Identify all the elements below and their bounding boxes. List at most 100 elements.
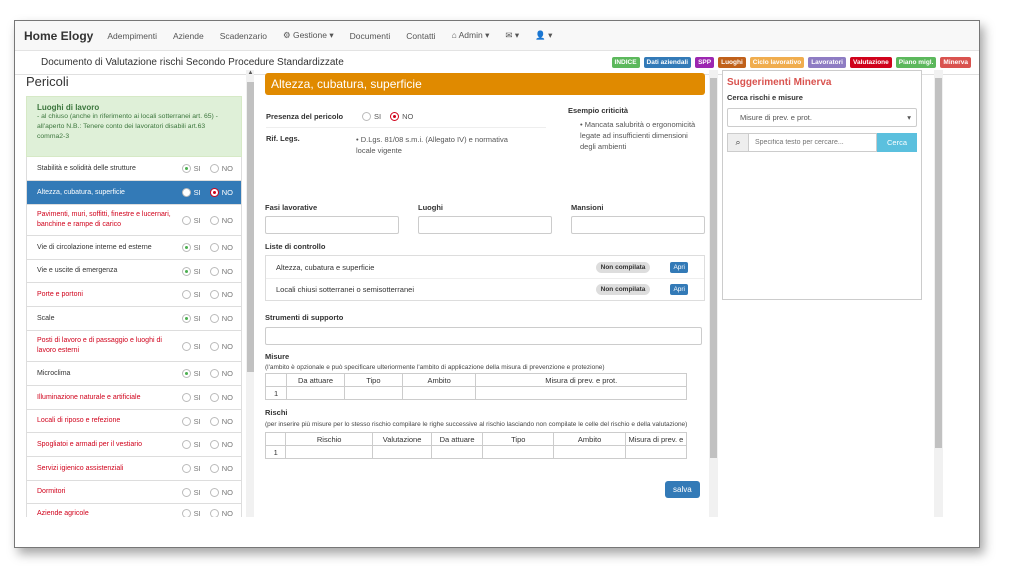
misure-cell[interactable] xyxy=(343,386,403,400)
rischi-cell[interactable] xyxy=(431,445,484,459)
nav-admin[interactable]: ⌂ Admin ▾ xyxy=(452,30,490,41)
hazard-item[interactable]: Locali di riposo e refezione SI NO xyxy=(26,410,242,433)
hazard-item[interactable]: Stabilità e solidità delle strutture SI NO xyxy=(26,157,242,181)
no-radio[interactable] xyxy=(209,243,219,252)
rischi-cell[interactable] xyxy=(372,445,433,459)
si-radio[interactable] xyxy=(181,314,191,323)
si-radio[interactable] xyxy=(181,290,191,299)
si-label: SI xyxy=(193,393,201,402)
page-scroll-thumb[interactable] xyxy=(935,78,942,448)
page-scrollbar[interactable] xyxy=(934,70,943,517)
badge-luoghi[interactable]: Luoghi xyxy=(718,57,746,68)
badge-lavoratori[interactable]: Lavoratori xyxy=(808,57,846,68)
hazard-item[interactable]: Altezza, cubatura, superficie SI NO xyxy=(26,181,242,205)
nav-scadenzario[interactable]: Scadenzario xyxy=(220,31,267,41)
no-radio[interactable] xyxy=(209,369,219,378)
apri-button[interactable]: Apri xyxy=(670,261,688,273)
badge-ciclo-lavorativo[interactable]: Ciclo lavorativo xyxy=(749,57,805,68)
left-scrollbar[interactable]: ▲ xyxy=(246,70,254,517)
hazard-label: Altezza, cubatura, superficie xyxy=(37,188,125,196)
badge-spp[interactable]: SPP xyxy=(695,57,715,68)
no-radio[interactable] xyxy=(209,290,219,299)
no-radio[interactable] xyxy=(209,341,219,351)
si-radio[interactable] xyxy=(181,266,191,276)
si-radio[interactable] xyxy=(181,393,191,402)
left-scroll-thumb[interactable] xyxy=(247,82,254,372)
si-radio[interactable] xyxy=(181,215,191,225)
si-radio[interactable] xyxy=(181,164,191,173)
hazard-item[interactable]: Servizi igienico assistenziali SI NO xyxy=(26,457,242,481)
no-radio[interactable] xyxy=(209,215,219,225)
si-radio[interactable] xyxy=(181,369,191,378)
badge-minerva[interactable]: Minerva xyxy=(940,57,971,68)
badge-dati-aziendali[interactable]: Dati aziendali xyxy=(643,57,692,68)
no-radio[interactable] xyxy=(209,416,219,426)
badge-piano-migl-[interactable]: Piano migl. xyxy=(895,57,937,68)
fasi-input[interactable] xyxy=(265,216,399,234)
no-radio[interactable] xyxy=(209,393,219,402)
badge-valutazione[interactable]: Valutazione xyxy=(849,57,892,68)
rischi-cell[interactable] xyxy=(553,445,626,459)
hazard-item[interactable]: Porte e portoni SI NO xyxy=(26,283,242,307)
nav-adempimenti[interactable]: Adempimenti xyxy=(107,31,157,41)
nav-gestione[interactable]: ⚙ Gestione ▾ xyxy=(283,30,334,41)
hazard-item[interactable]: Scale SI NO xyxy=(26,307,242,331)
no-radio[interactable] xyxy=(209,464,219,473)
search-input[interactable] xyxy=(749,133,877,152)
si-radio[interactable] xyxy=(181,440,191,449)
scroll-up-icon[interactable]: ▲ xyxy=(246,70,255,76)
brand[interactable]: Home Elogy xyxy=(24,29,93,43)
si-radio[interactable] xyxy=(181,464,191,473)
strumenti-input[interactable] xyxy=(265,327,702,345)
apri-button[interactable]: Apri xyxy=(670,284,688,295)
nav-contatti[interactable]: Contatti xyxy=(406,31,435,41)
no-radio[interactable] xyxy=(209,440,219,449)
luoghi-input[interactable] xyxy=(418,216,552,234)
user-menu[interactable]: 👤 ▾ xyxy=(535,30,552,41)
misure-select[interactable]: Misure di prev. e prot. ▾ xyxy=(727,108,917,127)
misure-cell[interactable] xyxy=(401,386,477,400)
hazard-item[interactable]: Illuminazione naturale e artificiale SI NO xyxy=(26,386,242,410)
main-scroll-thumb[interactable] xyxy=(710,78,717,458)
mansioni-input[interactable] xyxy=(571,216,705,234)
nav-documenti[interactable]: Documenti xyxy=(350,31,391,41)
hazard-item[interactable]: Pavimenti, muri, soffitti, finestre e lu… xyxy=(26,205,242,236)
hazard-radios: SI NO xyxy=(176,393,233,402)
no-radio[interactable] xyxy=(209,487,219,497)
presenza-si-radio[interactable] xyxy=(362,112,371,121)
si-radio[interactable] xyxy=(181,509,191,517)
si-radio[interactable] xyxy=(181,416,191,426)
status-badge: Non compilata xyxy=(595,284,651,295)
si-radio[interactable] xyxy=(181,243,191,252)
rischi-cell[interactable] xyxy=(285,445,374,459)
no-radio[interactable] xyxy=(209,164,219,173)
hazard-item[interactable]: Spogliatoi e armadi per il vestiario SI NO xyxy=(26,433,242,457)
si-radio[interactable] xyxy=(181,341,191,351)
misure-cell[interactable] xyxy=(475,386,687,400)
salva-button[interactable]: salva xyxy=(665,481,700,498)
hazard-item[interactable]: Vie di circolazione interne ed esterne SI… xyxy=(26,236,242,260)
presenza-no-radio[interactable] xyxy=(390,112,400,121)
hazard-radios: SI NO xyxy=(176,509,233,517)
cerca-button[interactable]: Cerca xyxy=(876,133,917,152)
hazard-item[interactable]: Posti di lavoro e di passaggio e luoghi … xyxy=(26,331,242,362)
hazard-item[interactable]: Microclima SI NO xyxy=(26,362,242,386)
hazard-item[interactable]: Aziende agricole SI NO xyxy=(26,504,242,517)
no-radio[interactable] xyxy=(209,188,219,197)
hazard-label: Scale xyxy=(37,314,55,322)
misure-cell[interactable] xyxy=(286,386,345,400)
hazard-item[interactable]: Vie e uscite di emergenza SI NO xyxy=(26,260,242,283)
si-radio[interactable] xyxy=(181,188,191,197)
rischi-cell[interactable] xyxy=(624,445,688,459)
si-radio[interactable] xyxy=(181,487,191,497)
mail-menu[interactable]: ✉ ▾ xyxy=(505,30,519,41)
rischi-cell[interactable] xyxy=(482,445,555,459)
no-radio[interactable] xyxy=(209,509,219,517)
main-scrollbar[interactable] xyxy=(709,70,718,517)
badge-indice[interactable]: INDICE xyxy=(611,57,640,68)
no-radio[interactable] xyxy=(209,314,219,323)
nav-aziende[interactable]: Aziende xyxy=(173,31,204,41)
hazard-item[interactable]: Dormitori SI NO xyxy=(26,481,242,504)
no-label: NO xyxy=(221,215,233,225)
no-radio[interactable] xyxy=(209,266,219,276)
